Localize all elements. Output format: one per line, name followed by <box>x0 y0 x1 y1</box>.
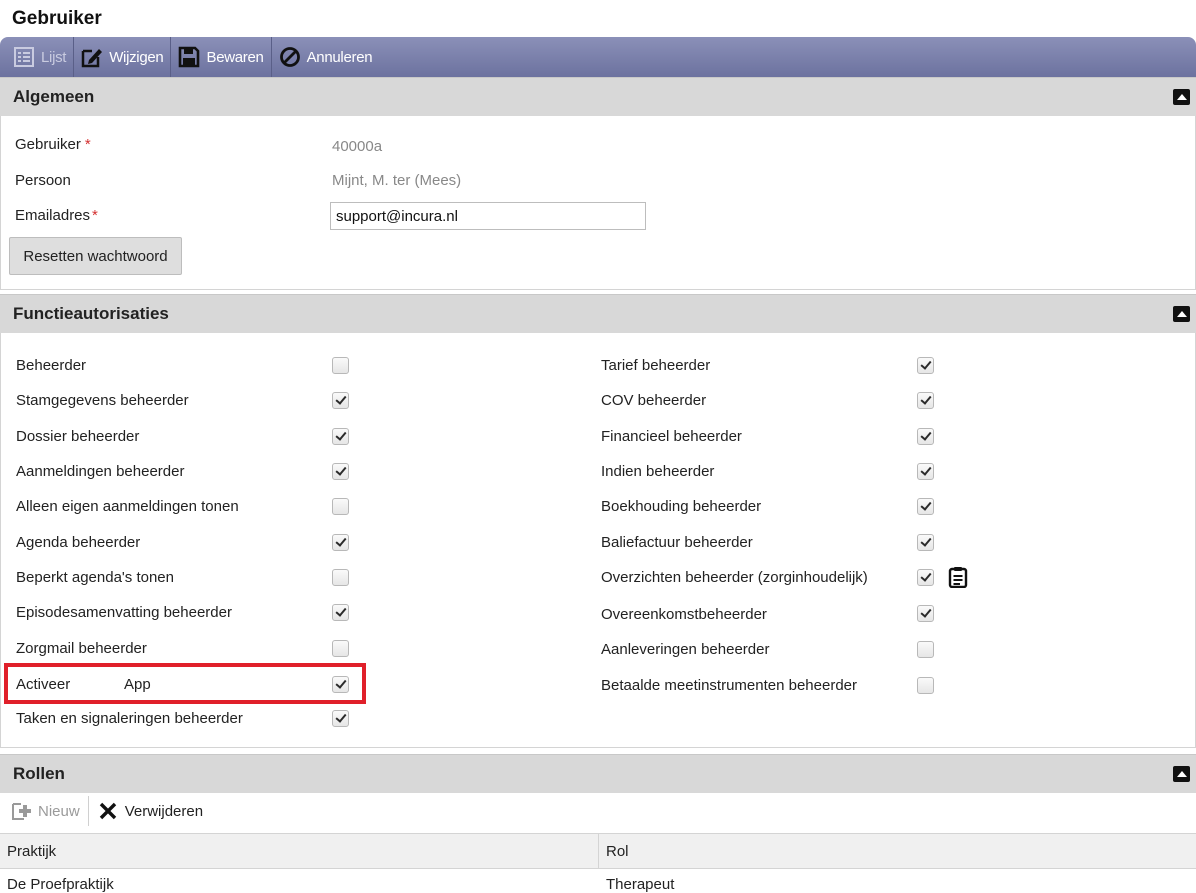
delete-role-label: Verwijderen <box>124 802 204 820</box>
perm-checkbox-aanmeldingen[interactable] <box>332 463 349 480</box>
perm-label-dossier: Dossier beheerder <box>16 428 140 445</box>
cancel-button[interactable]: Annuleren <box>272 37 380 77</box>
perm-checkbox-dossier[interactable] <box>332 428 349 445</box>
section-title-functieautorisaties: Functieautorisaties <box>13 304 169 323</box>
perm-label-boekhouding: Boekhouding beheerder <box>601 498 762 515</box>
perm-checkbox-agenda[interactable] <box>332 534 349 551</box>
save-button[interactable]: Bewaren <box>171 37 272 77</box>
perm-checkbox-overzichten[interactable] <box>917 569 934 586</box>
email-label: Emailadres * <box>15 207 98 224</box>
perm-label-zorgmail: Zorgmail beheerder <box>16 640 147 657</box>
section-header-rollen: Rollen <box>0 754 1196 793</box>
cancel-icon <box>279 46 301 68</box>
list-button[interactable]: Lijst <box>6 37 75 77</box>
perm-checkbox-meetinstrumenten[interactable] <box>917 677 934 694</box>
perm-label-taken: Taken en signaleringen beheerder <box>16 710 243 727</box>
perm-label-cov: COV beheerder <box>601 392 707 409</box>
perm-checkbox-indien[interactable] <box>917 463 934 480</box>
collapse-algemeen-icon[interactable] <box>1173 89 1190 105</box>
roles-table: Praktijk Rol De Proefpraktijk Therapeut <box>0 833 1196 893</box>
perm-label-tarief: Tarief beheerder <box>601 357 711 374</box>
column-header-praktijk[interactable]: Praktijk <box>0 834 599 868</box>
list-icon <box>13 46 35 68</box>
edit-button[interactable]: Wijzigen <box>74 37 172 77</box>
perm-label-episodesamenvatting: Episodesamenvatting beheerder <box>16 604 232 621</box>
perm-label-beheerder: Beheerder <box>16 357 87 374</box>
perm-checkbox-boekhouding[interactable] <box>917 498 934 515</box>
section-title-algemeen: Algemeen <box>13 87 95 106</box>
perm-label-meetinstrumenten: Betaalde meetinstrumenten beheerder <box>601 677 857 694</box>
list-button-label: Lijst <box>41 48 67 66</box>
perm-label-overzichten: Overzichten beheerder (zorginhoudelijk) <box>601 569 868 586</box>
perm-label-indien: Indien beheerder <box>601 463 715 480</box>
perm-label-aanleveringen: Aanleveringen beheerder <box>601 641 770 658</box>
perm-checkbox-tarief[interactable] <box>917 357 934 374</box>
perm-checkbox-eigen-aanmeldingen[interactable] <box>332 498 349 515</box>
new-role-label: Nieuw <box>38 802 80 820</box>
rollen-toolbar: Nieuw Verwijderen <box>0 792 211 830</box>
perm-label-stamgegevens: Stamgegevens beheerder <box>16 392 189 409</box>
document-icon[interactable] <box>948 566 968 589</box>
collapse-functie-icon[interactable] <box>1173 306 1190 322</box>
highlight-box <box>4 663 366 704</box>
persoon-label: Persoon <box>15 172 71 189</box>
edit-icon <box>81 46 103 68</box>
perm-label-overeenkomst: Overeenkomstbeheerder <box>601 606 767 623</box>
gebruiker-label: Gebruiker * <box>15 136 91 153</box>
required-marker: * <box>92 207 98 224</box>
perm-label-eigen-aanmeldingen: Alleen eigen aanmeldingen tonen <box>16 498 239 515</box>
perm-checkbox-taken[interactable] <box>332 710 349 727</box>
reset-password-button[interactable]: Resetten wachtwoord <box>9 237 182 275</box>
perm-label-baliefactuur: Baliefactuur beheerder <box>601 534 753 551</box>
table-header: Praktijk Rol <box>0 833 1196 869</box>
required-marker: * <box>84 136 91 153</box>
perm-label-financieel: Financieel beheerder <box>601 428 742 445</box>
table-row[interactable]: De Proefpraktijk Therapeut <box>0 869 1196 893</box>
perm-checkbox-stamgegevens[interactable] <box>332 392 349 409</box>
perm-checkbox-beheerder[interactable] <box>332 357 349 374</box>
cancel-button-label: Annuleren <box>306 48 373 66</box>
add-document-icon <box>10 800 32 822</box>
new-role-button[interactable]: Nieuw <box>8 796 89 826</box>
perm-label-aanmeldingen: Aanmeldingen beheerder <box>16 463 185 480</box>
section-header-algemeen: Algemeen <box>0 77 1196 116</box>
page-title: Gebruiker <box>12 8 102 29</box>
section-title-rollen: Rollen <box>13 764 65 783</box>
save-icon <box>178 46 200 68</box>
gebruiker-value: 40000a <box>332 138 383 155</box>
table-cell-praktijk: De Proefpraktijk <box>7 875 114 893</box>
table-cell-rol: Therapeut <box>606 875 675 893</box>
perm-label-agenda: Agenda beheerder <box>16 534 141 551</box>
perm-checkbox-zorgmail[interactable] <box>332 640 349 657</box>
email-field[interactable] <box>330 202 646 230</box>
save-button-label: Bewaren <box>206 48 264 66</box>
perm-checkbox-beperkt-agenda[interactable] <box>332 569 349 586</box>
perm-label-beperkt-agenda: Beperkt agenda's tonen <box>16 569 174 586</box>
perm-checkbox-episodesamenvatting[interactable] <box>332 604 349 621</box>
edit-button-label: Wijzigen <box>109 48 164 66</box>
perm-checkbox-aanleveringen[interactable] <box>917 641 934 658</box>
section-header-functieautorisaties: Functieautorisaties <box>0 294 1196 333</box>
close-icon <box>97 800 119 822</box>
persoon-value: Mijnt, M. ter (Mees) <box>332 172 462 189</box>
perm-checkbox-cov[interactable] <box>917 392 934 409</box>
delete-role-button[interactable]: Verwijderen <box>89 796 211 826</box>
main-toolbar: Lijst Wijzigen Bewaren Annuleren <box>0 37 1196 77</box>
collapse-rollen-icon[interactable] <box>1173 766 1190 782</box>
perm-checkbox-financieel[interactable] <box>917 428 934 445</box>
perm-checkbox-overeenkomst[interactable] <box>917 605 934 622</box>
perm-checkbox-baliefactuur[interactable] <box>917 534 934 551</box>
column-header-rol[interactable]: Rol <box>599 834 629 868</box>
